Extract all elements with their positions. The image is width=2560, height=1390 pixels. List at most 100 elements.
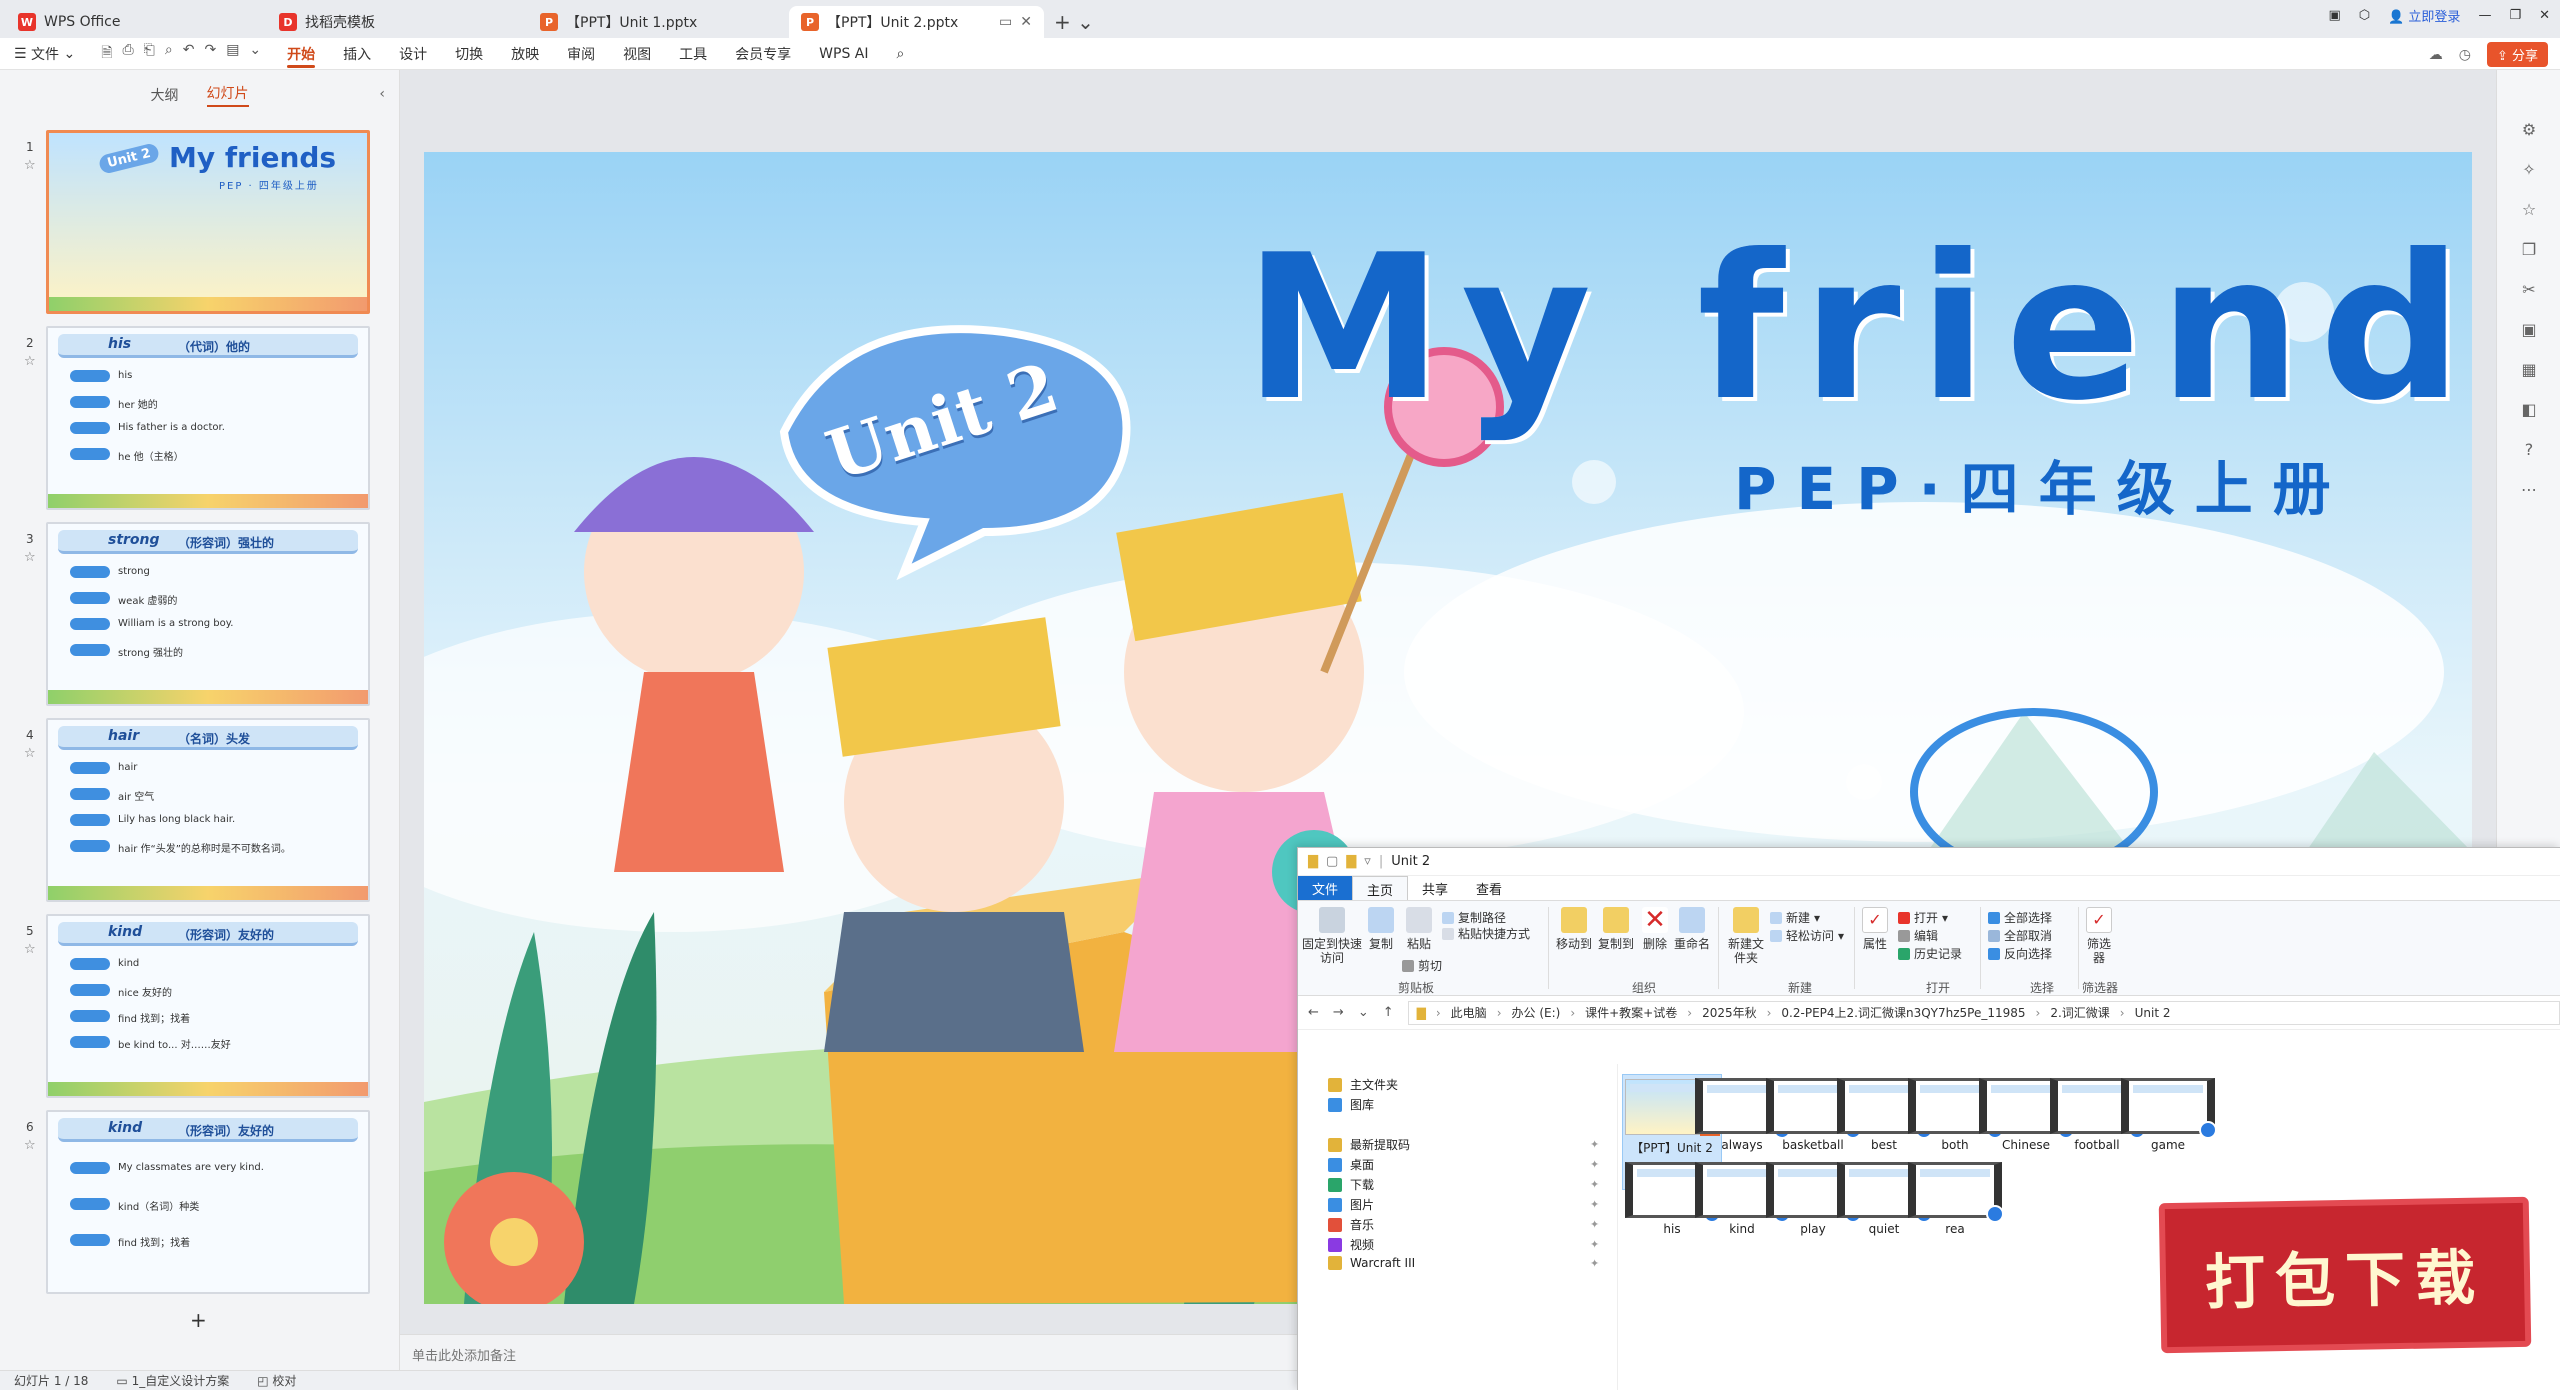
- star-icon[interactable]: ☆: [24, 550, 36, 565]
- tab-outline[interactable]: 大纲: [151, 85, 179, 105]
- print-icon[interactable]: ⎗: [144, 42, 155, 66]
- slide-thumb-3[interactable]: 3 ☆ strong （形容词）强壮的 strong weak 虚弱的 Will…: [0, 522, 400, 718]
- image-icon[interactable]: ▣: [2519, 320, 2539, 340]
- new-tab-button[interactable]: + ⌄: [1054, 6, 1094, 38]
- delete-button[interactable]: ✕ 删除: [1638, 907, 1672, 951]
- breadcrumb[interactable]: ▇ › 此电脑 › 办公 (E:) › 课件+教案+试卷 › 2025年秋 › …: [1407, 1000, 2560, 1025]
- print-preview-icon[interactable]: ⌕: [165, 42, 173, 66]
- search-icon[interactable]: ⌕: [882, 38, 918, 70]
- file-menu[interactable]: ☰ 文件 ⌄: [0, 38, 89, 70]
- cube-icon[interactable]: ⬡: [2359, 8, 2370, 23]
- menu-transition[interactable]: 切换: [441, 38, 497, 70]
- new-item-button[interactable]: 新建 ▾: [1770, 909, 1820, 926]
- record-icon[interactable]: ◧: [2519, 400, 2539, 420]
- tab-file[interactable]: 文件: [1298, 876, 1353, 900]
- monitor-icon[interactable]: ▭: [999, 14, 1012, 30]
- tab-view[interactable]: 查看: [1462, 876, 1516, 900]
- rename-button[interactable]: 重命名: [1672, 907, 1712, 951]
- menu-review[interactable]: 审阅: [553, 38, 609, 70]
- star-icon[interactable]: ☆: [24, 158, 36, 173]
- pin-icon[interactable]: ✦: [1590, 1178, 1599, 1191]
- tab-wps-office[interactable]: W WPS Office: [6, 6, 261, 38]
- move-to-button[interactable]: 移动到: [1554, 907, 1594, 951]
- pin-icon[interactable]: ✦: [1590, 1158, 1599, 1171]
- tab-home[interactable]: 主页: [1352, 876, 1409, 900]
- menu-wps-ai[interactable]: WPS AI: [805, 38, 882, 70]
- qa-dropdown-icon[interactable]: ▿: [1364, 854, 1371, 869]
- more-options-icon[interactable]: ⋯: [2519, 480, 2539, 500]
- up-icon[interactable]: ↑: [1383, 1005, 1394, 1020]
- cloud-sync-icon[interactable]: ☁: [2429, 47, 2443, 63]
- copy-to-button[interactable]: 复制到: [1596, 907, 1636, 951]
- theme-indicator[interactable]: ▭ 1_自定义设计方案: [116, 1372, 229, 1389]
- tab-unit1[interactable]: P 【PPT】Unit 1.pptx: [528, 6, 783, 38]
- slide-subtitle[interactable]: PEP·四年级上册: [1734, 442, 2351, 526]
- pin-icon[interactable]: ✦: [1590, 1138, 1599, 1151]
- history-button[interactable]: 历史记录: [1898, 945, 1962, 962]
- tools-icon[interactable]: ✂: [2519, 280, 2539, 300]
- copy-button[interactable]: 复制: [1364, 907, 1398, 951]
- add-slide-button[interactable]: +: [190, 1308, 207, 1332]
- breadcrumb-item[interactable]: 0.2-PEP4上2.词汇微课n3QY7hz5Pe_11985: [1781, 1004, 2025, 1021]
- tab-slides[interactable]: 幻灯片: [206, 83, 249, 107]
- file-item-video[interactable]: rea: [1905, 1162, 2005, 1236]
- copy-icon[interactable]: ❐: [2519, 240, 2539, 260]
- redo-icon[interactable]: ↷: [204, 42, 216, 66]
- pin-icon[interactable]: ✦: [1590, 1257, 1599, 1270]
- paste-shortcut-button[interactable]: 粘贴快捷方式: [1442, 925, 1530, 942]
- login-button[interactable]: 👤 立即登录: [2388, 6, 2460, 25]
- star-icon[interactable]: ☆: [24, 354, 36, 369]
- tab-unit2[interactable]: P 【PPT】Unit 2.pptx ▭ ✕: [789, 6, 1044, 38]
- recent-icon[interactable]: ⌄: [1358, 1005, 1369, 1020]
- format-painter-icon[interactable]: ▤: [226, 42, 239, 66]
- slide-thumb-6[interactable]: 6 ☆ kind （形容词）友好的 My classmates are very…: [0, 1110, 400, 1306]
- download-promo-stamp[interactable]: 打包下载: [2158, 1196, 2532, 1354]
- invert-selection-button[interactable]: 反向选择: [1988, 945, 2052, 962]
- wand-icon[interactable]: ✧: [2519, 160, 2539, 180]
- menu-design[interactable]: 设计: [385, 38, 441, 70]
- forward-icon[interactable]: →: [1333, 1005, 1344, 1020]
- breadcrumb-item[interactable]: 办公 (E:): [1512, 1004, 1561, 1021]
- nav-item-latest-code[interactable]: 最新提取码 ✦: [1328, 1136, 1599, 1153]
- export-icon[interactable]: ⎙: [122, 42, 133, 66]
- new-folder-qa-icon[interactable]: ▇: [1346, 854, 1356, 869]
- select-all-button[interactable]: 全部选择: [1988, 909, 2052, 926]
- breadcrumb-item[interactable]: 课件+教案+试卷: [1585, 1004, 1677, 1021]
- file-item-video[interactable]: game: [2118, 1078, 2218, 1152]
- adjust-icon[interactable]: ⚙: [2519, 120, 2539, 140]
- nav-item-videos[interactable]: 视频 ✦: [1328, 1236, 1599, 1253]
- collapse-panel-icon[interactable]: ‹: [379, 86, 385, 102]
- share-button[interactable]: ⇪ 分享: [2486, 42, 2548, 67]
- paste-button[interactable]: 粘贴: [1402, 907, 1436, 951]
- restore-icon[interactable]: ❐: [2509, 8, 2521, 23]
- breadcrumb-item[interactable]: Unit 2: [2135, 1006, 2171, 1020]
- menu-slideshow[interactable]: 放映: [497, 38, 553, 70]
- properties-button[interactable]: ✓ 属性: [1858, 907, 1892, 951]
- properties-qa-icon[interactable]: ▢: [1326, 854, 1338, 869]
- nav-item-warcraft[interactable]: Warcraft III ✦: [1328, 1256, 1599, 1270]
- menu-view[interactable]: 视图: [609, 38, 665, 70]
- star-icon[interactable]: ☆: [24, 746, 36, 761]
- pin-icon[interactable]: ✦: [1590, 1238, 1599, 1251]
- star-outline-icon[interactable]: ☆: [2519, 200, 2539, 220]
- tab-share[interactable]: 共享: [1408, 876, 1462, 900]
- select-none-button[interactable]: 全部取消: [1988, 927, 2052, 944]
- nav-item-pictures[interactable]: 图片 ✦: [1328, 1196, 1599, 1213]
- menu-home[interactable]: 开始: [273, 38, 329, 70]
- nav-item-downloads[interactable]: 下载 ✦: [1328, 1176, 1599, 1193]
- breadcrumb-item[interactable]: 此电脑: [1451, 1004, 1487, 1021]
- new-folder-button[interactable]: 新建文件夹: [1726, 907, 1766, 965]
- proof-button[interactable]: ◰ 校对: [257, 1372, 296, 1389]
- star-icon[interactable]: ☆: [24, 942, 36, 957]
- slide-thumb-1[interactable]: 1 ☆ Unit 2 My friends PEP · 四年级上册: [0, 130, 400, 326]
- more-icon[interactable]: ⌄: [249, 42, 261, 66]
- minimize-icon[interactable]: —: [2478, 8, 2491, 23]
- back-icon[interactable]: ←: [1308, 1005, 1319, 1020]
- filter-button[interactable]: ✓ 筛选器: [2082, 907, 2116, 965]
- slide-thumb-2[interactable]: 2 ☆ his （代词）他的 his her 她的 His father is …: [0, 326, 400, 522]
- undo-icon[interactable]: ↶: [183, 42, 195, 66]
- copy-path-button[interactable]: 复制路径: [1442, 909, 1506, 926]
- breadcrumb-item[interactable]: 2.词汇微课: [2050, 1004, 2109, 1021]
- help-icon[interactable]: ?: [2519, 440, 2539, 460]
- layout-icon[interactable]: ▣: [2328, 8, 2340, 23]
